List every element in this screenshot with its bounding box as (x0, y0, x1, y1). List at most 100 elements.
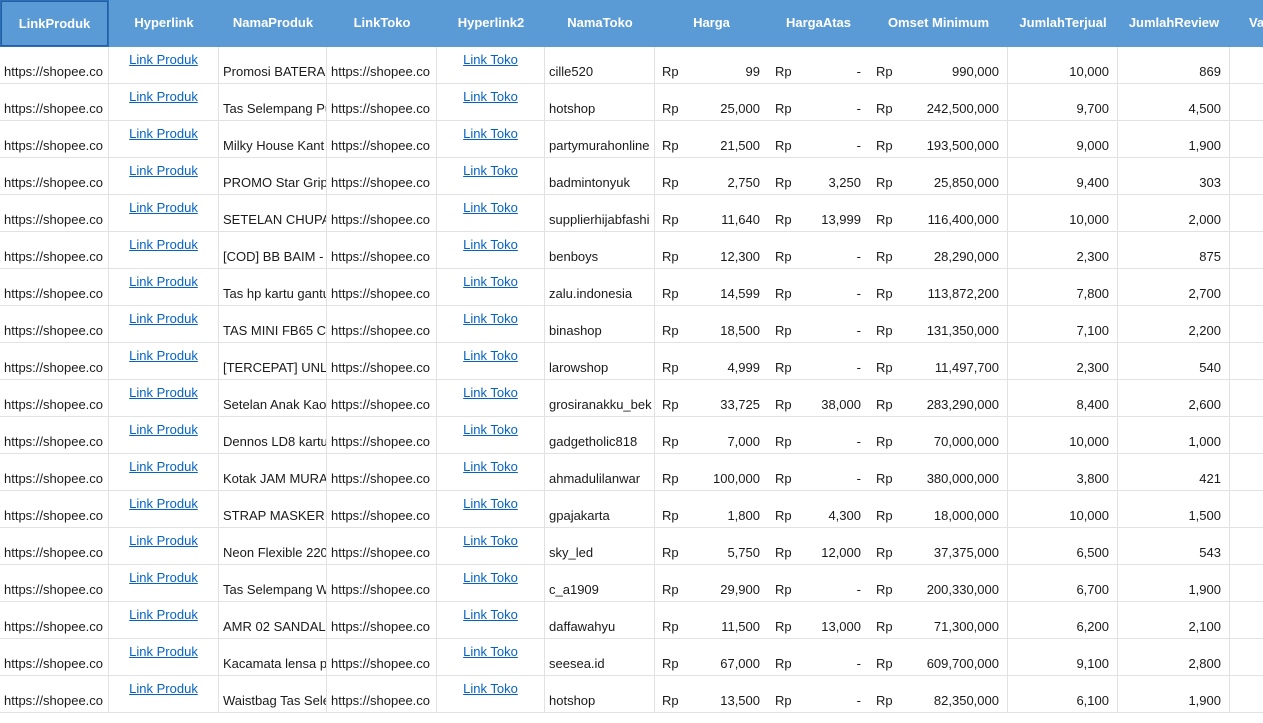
cell-omset[interactable]: Rp 82,350,000 (869, 676, 1008, 713)
cell-harga[interactable]: Rp 14,599 (655, 269, 768, 306)
cell-nama-toko[interactable]: binashop (545, 306, 655, 343)
cell-link-produk[interactable]: https://shopee.co (0, 47, 109, 84)
cell-jumlah-terjual[interactable]: 3,800 (1008, 454, 1118, 491)
cell-harga-atas[interactable]: Rp - (768, 343, 869, 380)
cell-nama-toko[interactable]: c_a1909 (545, 565, 655, 602)
cell-jumlah-review[interactable]: 1,000 (1118, 417, 1230, 454)
cell-link-produk[interactable]: https://shopee.co (0, 380, 109, 417)
cell-empty[interactable] (1230, 639, 1263, 676)
link-produk-label[interactable]: Link Produk (109, 607, 218, 622)
cell-link-toko[interactable]: https://shopee.co (327, 121, 437, 158)
cell-nama-toko[interactable]: benboys (545, 232, 655, 269)
link-toko[interactable]: Link Toko (437, 528, 545, 565)
link-produk-label[interactable]: Link Produk (109, 422, 218, 437)
cell-harga-atas[interactable]: Rp 38,000 (768, 380, 869, 417)
cell-jumlah-terjual[interactable]: 6,100 (1008, 676, 1118, 713)
column-header-3[interactable]: LinkToko (327, 0, 437, 47)
link-produk-label[interactable]: Link Produk (109, 163, 218, 178)
cell-nama-toko[interactable]: ahmadulilanwar (545, 454, 655, 491)
cell-jumlah-terjual[interactable]: 10,000 (1008, 491, 1118, 528)
cell-link-toko[interactable]: https://shopee.co (327, 380, 437, 417)
link-produk-label[interactable]: Link Produk (109, 348, 218, 363)
cell-nama-toko[interactable]: gadgetholic818 (545, 417, 655, 454)
cell-jumlah-terjual[interactable]: 9,100 (1008, 639, 1118, 676)
link-produk-label[interactable]: Link Produk (109, 274, 218, 289)
link-produk[interactable]: Link Produk (109, 158, 219, 195)
cell-jumlah-terjual[interactable]: 10,000 (1008, 195, 1118, 232)
column-header-0[interactable]: LinkProduk (0, 0, 109, 47)
column-header-7[interactable]: HargaAtas (768, 0, 869, 47)
cell-jumlah-terjual[interactable]: 9,700 (1008, 84, 1118, 121)
cell-nama-produk[interactable]: Kotak JAM MURA (219, 454, 327, 491)
cell-nama-toko[interactable]: larowshop (545, 343, 655, 380)
link-toko-label[interactable]: Link Toko (437, 607, 544, 622)
cell-jumlah-review[interactable]: 2,000 (1118, 195, 1230, 232)
cell-link-produk[interactable]: https://shopee.co (0, 454, 109, 491)
link-produk-label[interactable]: Link Produk (109, 126, 218, 141)
link-toko[interactable]: Link Toko (437, 269, 545, 306)
cell-empty[interactable] (1230, 380, 1263, 417)
cell-link-toko[interactable]: https://shopee.co (327, 158, 437, 195)
link-toko-label[interactable]: Link Toko (437, 163, 544, 178)
link-produk-label[interactable]: Link Produk (109, 200, 218, 215)
cell-empty[interactable] (1230, 417, 1263, 454)
cell-nama-produk[interactable]: Waistbag Tas Sele (219, 676, 327, 713)
cell-omset[interactable]: Rp 283,290,000 (869, 380, 1008, 417)
cell-nama-produk[interactable]: Tas Selempang Pu (219, 84, 327, 121)
link-toko-label[interactable]: Link Toko (437, 348, 544, 363)
cell-jumlah-review[interactable]: 4,500 (1118, 84, 1230, 121)
cell-omset[interactable]: Rp 71,300,000 (869, 602, 1008, 639)
column-header-2[interactable]: NamaProduk (219, 0, 327, 47)
cell-jumlah-terjual[interactable]: 6,700 (1008, 565, 1118, 602)
cell-omset[interactable]: Rp 70,000,000 (869, 417, 1008, 454)
cell-harga[interactable]: Rp 18,500 (655, 306, 768, 343)
cell-empty[interactable] (1230, 528, 1263, 565)
cell-link-produk[interactable]: https://shopee.co (0, 269, 109, 306)
cell-link-toko[interactable]: https://shopee.co (327, 195, 437, 232)
cell-empty[interactable] (1230, 454, 1263, 491)
cell-jumlah-terjual[interactable]: 2,300 (1008, 343, 1118, 380)
cell-jumlah-terjual[interactable]: 8,400 (1008, 380, 1118, 417)
cell-empty[interactable] (1230, 269, 1263, 306)
cell-nama-toko[interactable]: partymurahonline (545, 121, 655, 158)
cell-nama-produk[interactable]: AMR 02 SANDAL T (219, 602, 327, 639)
cell-link-toko[interactable]: https://shopee.co (327, 306, 437, 343)
cell-empty[interactable] (1230, 195, 1263, 232)
link-toko[interactable]: Link Toko (437, 121, 545, 158)
cell-nama-toko[interactable]: supplierhijabfashi (545, 195, 655, 232)
cell-link-produk[interactable]: https://shopee.co (0, 195, 109, 232)
cell-nama-produk[interactable]: Tas Selempang W (219, 565, 327, 602)
cell-harga-atas[interactable]: Rp 4,300 (768, 491, 869, 528)
cell-nama-produk[interactable]: Kacamata lensa pl (219, 639, 327, 676)
cell-harga[interactable]: Rp 100,000 (655, 454, 768, 491)
cell-jumlah-review[interactable]: 1,900 (1118, 565, 1230, 602)
cell-nama-toko[interactable]: hotshop (545, 676, 655, 713)
cell-empty[interactable] (1230, 84, 1263, 121)
cell-jumlah-review[interactable]: 2,800 (1118, 639, 1230, 676)
cell-harga-atas[interactable]: Rp - (768, 121, 869, 158)
cell-harga-atas[interactable]: Rp - (768, 417, 869, 454)
cell-nama-toko[interactable]: seesea.id (545, 639, 655, 676)
link-toko[interactable]: Link Toko (437, 491, 545, 528)
cell-link-produk[interactable]: https://shopee.co (0, 343, 109, 380)
cell-link-produk[interactable]: https://shopee.co (0, 639, 109, 676)
cell-harga[interactable]: Rp 2,750 (655, 158, 768, 195)
cell-link-produk[interactable]: https://shopee.co (0, 528, 109, 565)
link-produk[interactable]: Link Produk (109, 602, 219, 639)
cell-omset[interactable]: Rp 200,330,000 (869, 565, 1008, 602)
cell-harga[interactable]: Rp 67,000 (655, 639, 768, 676)
link-toko-label[interactable]: Link Toko (437, 311, 544, 326)
cell-nama-produk[interactable]: PROMO Star Grip (219, 158, 327, 195)
cell-link-produk[interactable]: https://shopee.co (0, 232, 109, 269)
cell-empty[interactable] (1230, 565, 1263, 602)
cell-nama-toko[interactable]: gpajakarta (545, 491, 655, 528)
column-header-10[interactable]: JumlahReview (1118, 0, 1230, 47)
cell-nama-produk[interactable]: Milky House Kant (219, 121, 327, 158)
cell-link-produk[interactable]: https://shopee.co (0, 84, 109, 121)
cell-harga-atas[interactable]: Rp - (768, 84, 869, 121)
cell-jumlah-review[interactable]: 2,700 (1118, 269, 1230, 306)
cell-nama-toko[interactable]: sky_led (545, 528, 655, 565)
cell-omset[interactable]: Rp 990,000 (869, 47, 1008, 84)
cell-empty[interactable] (1230, 491, 1263, 528)
cell-omset[interactable]: Rp 609,700,000 (869, 639, 1008, 676)
